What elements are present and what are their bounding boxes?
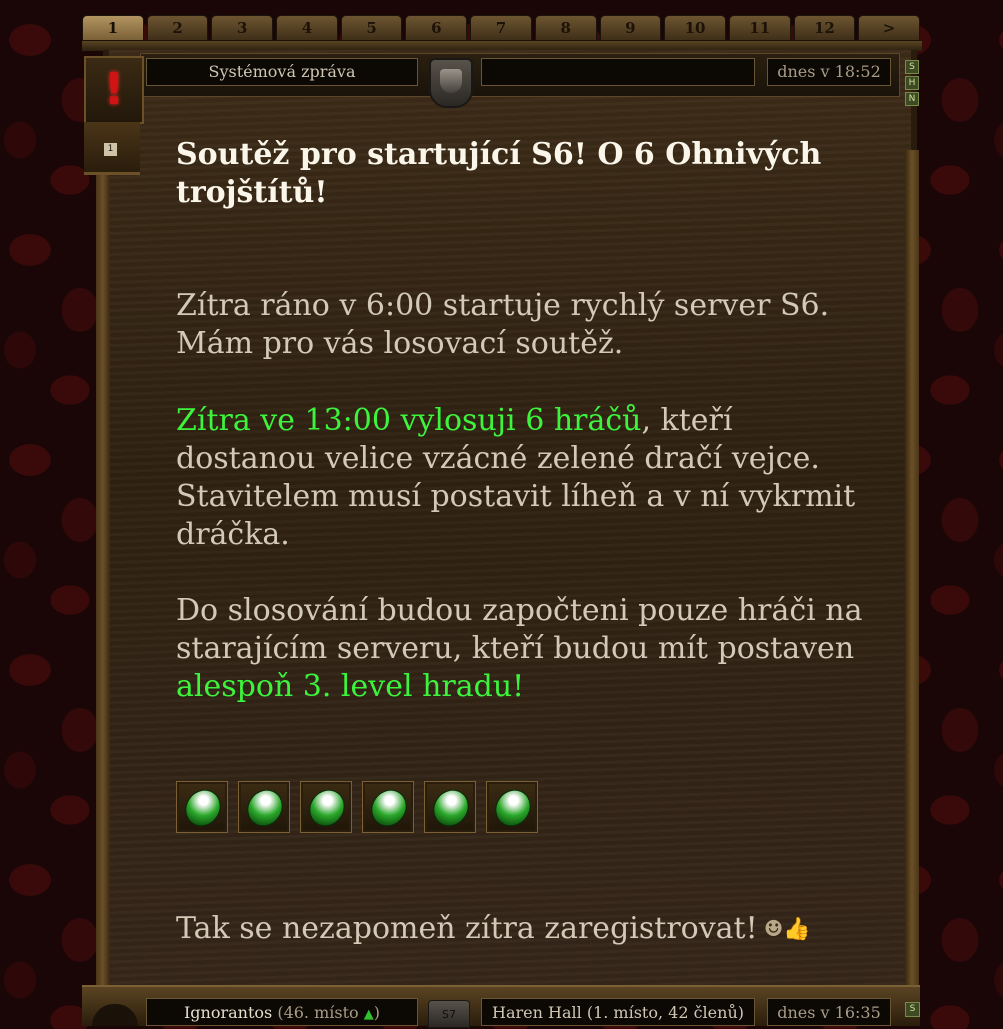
green-dragon-egg-icon <box>240 782 290 834</box>
message-paragraph-1: Zítra ráno v 6:00 startuje rychlý server… <box>176 288 830 361</box>
rank-up-icon: ▲ <box>363 1007 374 1022</box>
reward-slot[interactable] <box>362 781 414 834</box>
alert-icon: ! <box>84 56 144 124</box>
tab-11[interactable]: 11 <box>728 15 791 40</box>
player-rank-close: ) <box>373 1003 381 1022</box>
frame-left-post <box>96 170 110 985</box>
reward-slot[interactable] <box>300 781 352 834</box>
reward-slot[interactable] <box>424 781 476 834</box>
message-paragraph-2: Zítra ve 13:00 vylosuji 6 hráčů, kteří d… <box>176 402 876 554</box>
reward-slot[interactable] <box>176 781 228 834</box>
shield-icon[interactable] <box>429 58 473 108</box>
exclamation-icon: ! <box>103 64 125 115</box>
message-type-label: Systémová zpráva <box>146 58 418 86</box>
message-title: Soutěž pro startující S6! O 6 Ohnivých t… <box>176 137 822 210</box>
highlight-castle-level: alespoň 3. level hradu! <box>176 669 525 704</box>
tab-next[interactable]: > <box>858 15 920 40</box>
flag-h-button[interactable]: H <box>905 76 919 90</box>
tab-7[interactable]: 7 <box>470 15 532 40</box>
tab-5[interactable]: 5 <box>340 15 403 40</box>
message-paragraph-3: Do slosování budou započteni pouze hráči… <box>176 592 876 706</box>
tab-1[interactable]: 1 <box>82 15 144 40</box>
tab-2[interactable]: 2 <box>146 15 209 40</box>
green-dragon-egg-icon <box>178 782 228 834</box>
reward-items <box>176 781 538 834</box>
tab-3[interactable]: 3 <box>211 15 274 40</box>
green-dragon-egg-icon <box>488 782 538 834</box>
tab-8[interactable]: 8 <box>534 15 597 40</box>
message-closing: Tak se nezapomeň zítra zaregistrovat! ☻👍 <box>176 910 876 949</box>
flag-n-button[interactable]: N <box>905 92 919 106</box>
next-message-clan[interactable]: Haren Hall (1. místo, 42 členů) <box>481 998 755 1026</box>
reward-slot[interactable] <box>486 781 538 834</box>
green-dragon-egg-icon <box>426 782 476 834</box>
green-dragon-egg-icon <box>302 782 352 834</box>
reward-slot[interactable] <box>238 781 290 834</box>
tab-10[interactable]: 10 <box>664 15 726 40</box>
next-flag-s-button[interactable]: S <box>905 1002 920 1017</box>
tab-9[interactable]: 9 <box>599 15 662 40</box>
paragraph-3-start: Do slosování budou započteni pouze hráči… <box>176 593 863 666</box>
green-dragon-egg-icon <box>364 782 414 834</box>
player-rank: (46. místo <box>277 1003 359 1022</box>
message-date: dnes v 18:52 <box>767 58 891 86</box>
tab-12[interactable]: 12 <box>793 15 856 40</box>
highlight-draw-time: Zítra ve 13:00 vylosuji 6 hráčů <box>176 403 642 438</box>
next-message-date: dnes v 16:35 <box>767 998 891 1026</box>
tab-4[interactable]: 4 <box>276 15 338 40</box>
page-tabs: 1 2 3 4 5 6 7 8 9 10 11 12 > <box>82 15 920 41</box>
player-name: Ignorantos <box>183 1003 273 1022</box>
next-message-player[interactable]: Ignorantos (46. místo ▲) <box>146 998 418 1026</box>
message-count-badge: 1 <box>104 143 117 156</box>
tab-6[interactable]: 6 <box>405 15 468 40</box>
flag-s-button[interactable]: S <box>905 60 919 74</box>
closing-text: Tak se nezapomeň zítra zaregistrovat! <box>176 911 758 946</box>
emote-icons: ☻👍 <box>763 917 811 942</box>
sender-field[interactable] <box>481 58 755 86</box>
message-flags: S H N <box>905 60 919 106</box>
frame-right-post <box>905 150 919 985</box>
